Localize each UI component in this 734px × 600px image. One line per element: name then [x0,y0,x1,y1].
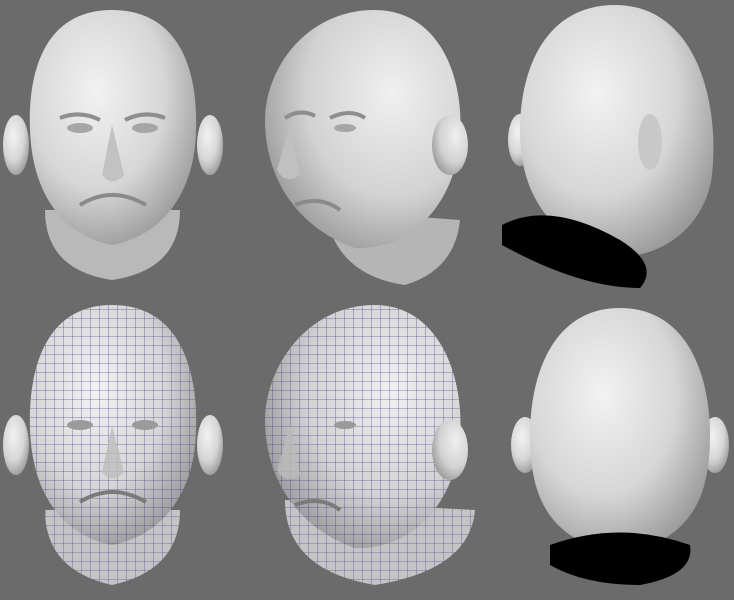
head-render-back [490,300,734,600]
head-render-three-quarter [245,0,489,300]
head-render-front [0,0,244,300]
head-render-back-three-quarter [490,0,734,300]
head-wireframe-front [0,300,244,600]
head-wireframe-three-quarter [245,300,489,600]
render-sheet [0,0,734,600]
